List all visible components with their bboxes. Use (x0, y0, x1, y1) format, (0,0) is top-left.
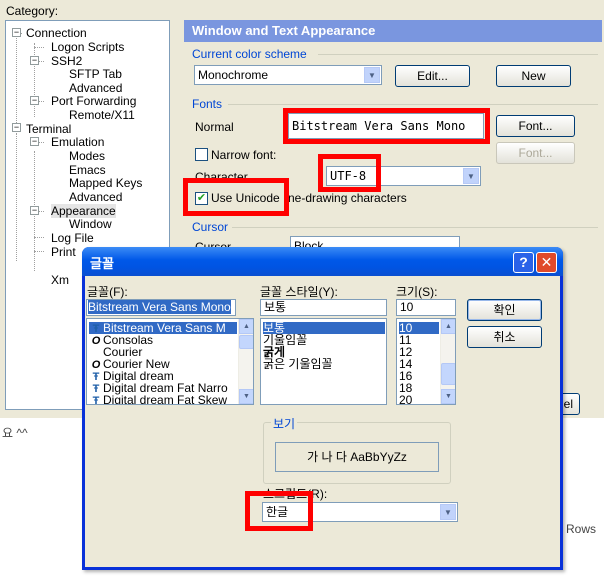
tree-item-mapped-keys[interactable]: Mapped Keys (69, 177, 142, 190)
cursor-group-label: Cursor (192, 220, 229, 234)
font-style-input[interactable]: 보통 (260, 299, 387, 316)
chevron-down-icon[interactable]: ▼ (239, 389, 253, 404)
collapse-terminal-icon[interactable]: − (12, 123, 21, 132)
tree-item-print[interactable]: Print (51, 246, 76, 259)
collapse-connection-icon[interactable]: − (12, 28, 21, 37)
preview-label: 보기 (271, 415, 298, 432)
tree-item-window[interactable]: Window (69, 218, 112, 231)
highlight-character (318, 154, 381, 192)
chevron-down-icon[interactable]: ▼ (463, 168, 479, 184)
chevron-up-icon[interactable]: ▲ (441, 319, 455, 334)
list-item[interactable]: 굵은 기울임꼴 (263, 358, 333, 370)
font-style-list[interactable]: 보통 기울임꼴 굵게 굵은 기울임꼴 (260, 318, 387, 405)
normal-font-button[interactable]: Font... (496, 115, 575, 137)
panel-title: Window and Text Appearance (184, 20, 602, 42)
font-dialog-titlebar[interactable]: 글꼴 ? ✕ (82, 247, 563, 276)
chevron-down-icon[interactable]: ▼ (441, 389, 455, 404)
tree-item-xm[interactable]: Xm (51, 274, 69, 287)
help-icon[interactable]: ? (513, 252, 534, 273)
fonts-group-label: Fonts (192, 97, 223, 111)
close-icon[interactable]: ✕ (536, 252, 557, 273)
font-list-scrollbar[interactable]: ▲ ▼ (238, 319, 253, 404)
collapse-ssh2-icon[interactable]: − (30, 56, 39, 65)
font-name-list[interactable]: Ŧ Bitstream Vera Sans M O Consolas Courier… (86, 318, 254, 405)
tree-item-log-file[interactable]: Log File (51, 232, 94, 245)
font-dialog: 글꼴 ? ✕ 글꼴(F): Bitstream Vera Sans Mono Ŧ… (82, 247, 563, 570)
font-size-input[interactable]: 10 (396, 299, 456, 316)
collapse-appearance-icon[interactable]: − (30, 206, 39, 215)
tree-item-remote-x11[interactable]: Remote/X11 (69, 109, 135, 122)
narrow-font-label: Narrow font: (211, 148, 277, 162)
font-style-label: 글꼴 스타일(Y): (260, 285, 338, 299)
collapse-port-forwarding-icon[interactable]: − (30, 96, 39, 105)
new-color-scheme-button[interactable]: New (496, 65, 571, 87)
line-drawing-label: ne-drawing characters (288, 191, 407, 205)
chevron-down-icon[interactable]: ▼ (440, 504, 456, 520)
color-scheme-group-label: Current color scheme (192, 47, 307, 61)
chevron-down-icon[interactable]: ▼ (364, 67, 380, 83)
collapse-emulation-icon[interactable]: − (30, 137, 39, 146)
highlight-normal-font (283, 108, 490, 144)
preview-sample: 가 나 다 AaBbYyZz (275, 442, 439, 472)
tree-item-sftp-tab[interactable]: SFTP Tab (69, 68, 122, 81)
size-list-scrollbar[interactable]: ▲ ▼ (440, 319, 455, 404)
tree-item-connection[interactable]: Connection (26, 27, 87, 40)
tree-item-logon-scripts[interactable]: Logon Scripts (51, 41, 124, 54)
highlight-use-unicode (183, 178, 289, 216)
color-scheme-select[interactable]: Monochrome ▼ (194, 65, 382, 85)
ok-button[interactable]: 확인 (467, 299, 542, 321)
font-dialog-title: 글꼴 (90, 256, 114, 271)
normal-font-label: Normal (195, 120, 234, 134)
tree-item-port-forwarding[interactable]: Port Forwarding (51, 95, 136, 108)
highlight-script (245, 491, 313, 531)
terminal-text-fragment: 요 ^^ (2, 426, 28, 440)
category-label: Category: (6, 4, 59, 18)
font-size-list[interactable]: 10 11 12 14 16 18 20 ▲ ▼ (396, 318, 456, 405)
list-item[interactable]: 20 (399, 394, 412, 404)
tree-item-emulation[interactable]: Emulation (51, 136, 104, 149)
cancel-button[interactable]: 취소 (467, 326, 542, 348)
chevron-up-icon[interactable]: ▲ (239, 319, 253, 334)
narrow-font-checkbox[interactable] (195, 148, 208, 161)
tree-item-emulation-advanced[interactable]: Advanced (69, 191, 122, 204)
edit-color-scheme-button[interactable]: Edit... (395, 65, 470, 87)
font-size-label: 크기(S): (396, 285, 438, 299)
tree-item-modes[interactable]: Modes (69, 150, 105, 163)
truetype-font-icon: Ŧ (92, 395, 100, 405)
font-name-input[interactable]: Bitstream Vera Sans Mono (86, 299, 236, 316)
font-name-label: 글꼴(F): (87, 285, 128, 299)
list-item[interactable]: Ŧ Digital dream Fat Skew (89, 394, 227, 405)
narrow-font-button[interactable]: Font... (496, 142, 575, 164)
